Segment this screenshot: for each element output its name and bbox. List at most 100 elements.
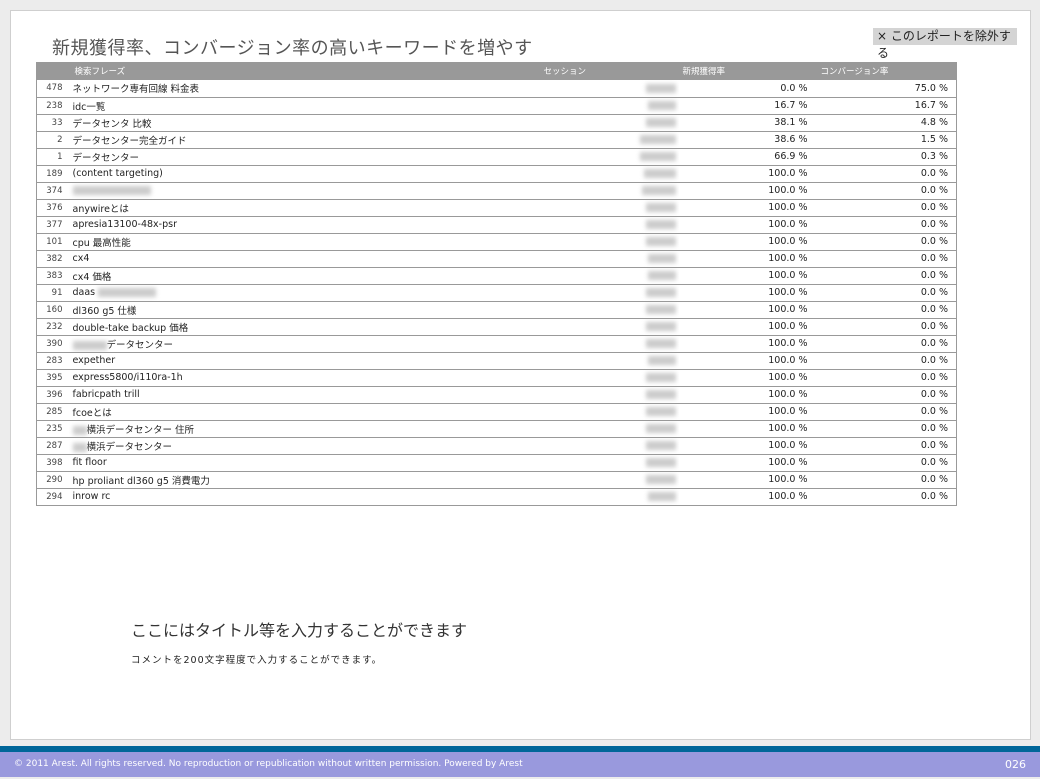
keyword-cell[interactable]: expether: [69, 352, 539, 369]
conversion-rate-cell: 1.5 %: [920, 134, 948, 145]
row-index: 232: [46, 321, 63, 332]
new-rate-cell: 100.0 %: [768, 389, 808, 400]
row-index: 91: [51, 287, 63, 298]
keyword-text: apresia13100-48x-psr: [72, 219, 177, 230]
keyword-cell[interactable]: apresia13100-48x-psr: [69, 216, 539, 233]
redacted-sessions: [645, 322, 676, 331]
keyword-text: fcoeとは: [72, 407, 112, 419]
table-row: 33 データセンタ 比較 38.1 % 4.8 %: [36, 114, 957, 131]
conversion-rate-cell: 0.0 %: [920, 440, 948, 451]
keyword-cell[interactable]: ネットワーク専有回線 料金表: [69, 80, 539, 97]
redacted-sessions: [647, 356, 676, 365]
footer: © 2011 Arest. All rights reserved. No re…: [0, 752, 1040, 777]
conversion-rate-cell: 4.8 %: [920, 117, 948, 128]
keyword-cell[interactable]: daas: [69, 284, 539, 301]
redacted-sessions: [645, 407, 676, 416]
keyword-text: cx4 価格: [72, 271, 112, 283]
sessions-cell: [539, 471, 679, 488]
keyword-cell[interactable]: データセンター: [69, 335, 539, 352]
table-row: 374 100.0 % 0.0 %: [36, 182, 957, 199]
sessions-cell: [539, 318, 679, 335]
keyword-cell[interactable]: idc一覧: [69, 97, 539, 114]
row-index: 189: [46, 168, 63, 179]
keyword-cell[interactable]: 横浜データセンター: [69, 437, 539, 454]
keyword-cell[interactable]: [69, 182, 539, 199]
keyword-cell[interactable]: cx4: [69, 250, 539, 267]
redacted-text: [72, 186, 151, 195]
sessions-cell: [539, 267, 679, 284]
redacted-sessions: [639, 152, 676, 161]
new-rate-cell: 100.0 %: [768, 270, 808, 281]
keyword-text: (content targeting): [72, 168, 163, 179]
new-rate-cell: 100.0 %: [768, 185, 808, 196]
table-row: 383 cx4 価格 100.0 % 0.0 %: [36, 267, 957, 284]
keyword-cell[interactable]: express5800/i110ra-1h: [69, 369, 539, 386]
table-row: 478 ネットワーク専有回線 料金表 0.0 % 75.0 %: [36, 80, 957, 97]
keyword-cell[interactable]: dl360 g5 仕様: [69, 301, 539, 318]
keyword-cell[interactable]: cx4 価格: [69, 267, 539, 284]
keyword-cell[interactable]: データセンター完全ガイド: [69, 131, 539, 148]
redacted-sessions: [645, 305, 676, 314]
keyword-text: データセンター完全ガイド: [72, 135, 187, 147]
new-rate-cell: 100.0 %: [768, 202, 808, 213]
redacted-sessions: [645, 339, 676, 348]
new-rate-cell: 100.0 %: [768, 423, 808, 434]
keyword-cell[interactable]: データセンタ 比較: [69, 114, 539, 131]
table-row: 283 expether 100.0 % 0.0 %: [36, 352, 957, 369]
conversion-rate-cell: 0.0 %: [920, 355, 948, 366]
keyword-cell[interactable]: fabricpath trill: [69, 386, 539, 403]
keyword-cell[interactable]: (content targeting): [69, 165, 539, 182]
keyword-cell[interactable]: cpu 最高性能: [69, 233, 539, 250]
sessions-cell: [539, 165, 679, 182]
conversion-rate-cell: 75.0 %: [914, 82, 948, 94]
keyword-text: cpu 最高性能: [72, 237, 131, 249]
table-row: 398 fit floor 100.0 % 0.0 %: [36, 454, 957, 471]
new-rate-cell: 100.0 %: [768, 219, 808, 230]
table-row: 376 anywireとは 100.0 % 0.0 %: [36, 199, 957, 216]
new-rate-cell: 100.0 %: [768, 253, 808, 264]
table-row: 160 dl360 g5 仕様 100.0 % 0.0 %: [36, 301, 957, 318]
keyword-text: expether: [72, 355, 116, 366]
new-rate-cell: 100.0 %: [768, 321, 808, 332]
redacted-text: [72, 425, 87, 435]
table-row: 2 データセンター完全ガイド 38.6 % 1.5 %: [36, 131, 957, 148]
conversion-rate-cell: 0.0 %: [920, 423, 948, 434]
sessions-cell: [539, 488, 679, 505]
keyword-cell[interactable]: データセンター: [69, 148, 539, 165]
header-new-rate[interactable]: 新規獲得率: [679, 62, 814, 80]
keyword-text: inrow rc: [72, 491, 111, 502]
keyword-table: 検索フレーズ セッション 新規獲得率 コンバージョン率 478 ネットワーク専有回…: [36, 62, 957, 506]
header-sessions[interactable]: セッション: [539, 62, 679, 80]
keyword-cell[interactable]: double-take backup 価格: [69, 318, 539, 335]
new-rate-cell: 100.0 %: [768, 406, 808, 417]
new-rate-cell: 100.0 %: [768, 457, 808, 468]
keyword-cell[interactable]: anywireとは: [69, 199, 539, 216]
new-rate-cell: 100.0 %: [768, 372, 808, 383]
keyword-text: idc一覧: [72, 101, 106, 113]
redacted-sessions: [645, 288, 676, 297]
table-row: 290 hp proliant dl360 g5 消費電力 100.0 % 0.0 %: [36, 471, 957, 488]
redacted-sessions: [645, 237, 676, 246]
table-row: 235 横浜データセンター 住所 100.0 % 0.0 %: [36, 420, 957, 437]
page-number: 026: [1005, 758, 1026, 771]
copyright-text: © 2011 Arest. All rights reserved. No re…: [14, 759, 523, 769]
table-row: 377 apresia13100-48x-psr 100.0 % 0.0 %: [36, 216, 957, 233]
row-index: 377: [46, 219, 63, 230]
header-keyword[interactable]: 検索フレーズ: [69, 62, 539, 80]
new-rate-cell: 16.7 %: [774, 100, 808, 111]
keyword-cell[interactable]: inrow rc: [69, 488, 539, 505]
keyword-cell[interactable]: fcoeとは: [69, 403, 539, 420]
conversion-rate-cell: 0.0 %: [920, 321, 948, 332]
new-rate-cell: 100.0 %: [768, 287, 808, 298]
sessions-cell: [539, 216, 679, 233]
keyword-cell[interactable]: hp proliant dl360 g5 消費電力: [69, 471, 539, 488]
exclude-report-button[interactable]: × このレポートを除外する: [873, 28, 1017, 60]
redacted-sessions: [645, 424, 676, 433]
new-rate-cell: 38.6 %: [774, 134, 808, 145]
keyword-cell[interactable]: 横浜データセンター 住所: [69, 420, 539, 437]
keyword-cell[interactable]: fit floor: [69, 454, 539, 471]
keyword-text: anywireとは: [72, 203, 129, 215]
header-conversion-rate[interactable]: コンバージョン率: [814, 62, 957, 80]
row-index: 1: [57, 151, 63, 162]
keyword-text: 横浜データセンター: [86, 441, 173, 453]
